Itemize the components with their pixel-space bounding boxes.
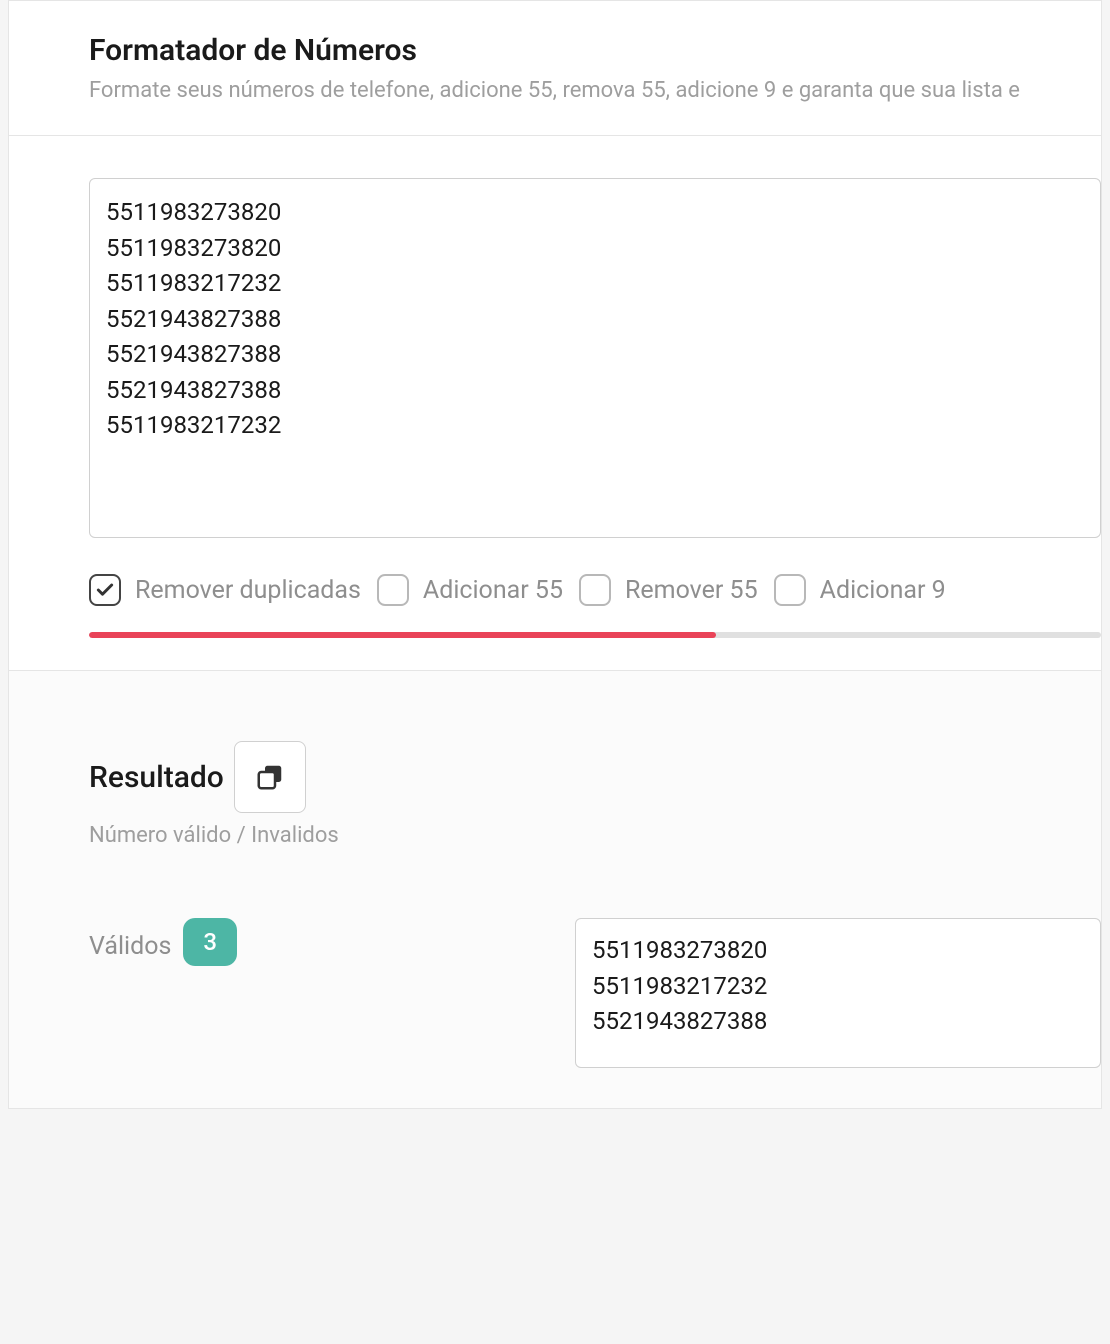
valid-numbers-output[interactable]: 5511983273820 5511983217232 552194382738… — [575, 918, 1101, 1068]
option-add-55[interactable]: Adicionar 55 — [377, 574, 563, 606]
option-remove-55[interactable]: Remover 55 — [579, 574, 758, 606]
option-remove-duplicates[interactable]: Remover duplicadas — [89, 574, 361, 606]
input-section: Remover duplicadas Adicionar 55 Remover … — [9, 136, 1101, 670]
label-remove-duplicates: Remover duplicadas — [135, 576, 361, 605]
checkbox-add-9[interactable] — [774, 574, 806, 606]
checkbox-remove-duplicates[interactable] — [89, 574, 121, 606]
checkmark-icon — [95, 580, 115, 600]
checkbox-add-55[interactable] — [377, 574, 409, 606]
valid-label: Válidos — [89, 932, 171, 961]
progress-bar — [89, 632, 1101, 638]
copy-button[interactable] — [234, 741, 306, 813]
checkbox-remove-55[interactable] — [579, 574, 611, 606]
valid-count-badge: 3 — [183, 918, 237, 966]
numbers-input[interactable] — [89, 178, 1101, 538]
label-remove-55: Remover 55 — [625, 576, 758, 605]
header-panel: Formatador de Números Formate seus númer… — [9, 1, 1101, 136]
results-section: Resultado Número válido / Invalidos Váli… — [8, 671, 1102, 1109]
page-subtitle: Formate seus números de telefone, adicio… — [89, 78, 1101, 103]
progress-fill — [89, 632, 716, 638]
result-title: Resultado — [89, 760, 224, 795]
label-add-9: Adicionar 9 — [820, 576, 946, 605]
page-title: Formatador de Números — [89, 33, 1101, 68]
label-add-55: Adicionar 55 — [423, 576, 563, 605]
copy-icon — [255, 762, 285, 792]
result-subtitle: Número válido / Invalidos — [89, 823, 1101, 848]
option-add-9[interactable]: Adicionar 9 — [774, 574, 946, 606]
options-row: Remover duplicadas Adicionar 55 Remover … — [89, 574, 1101, 606]
